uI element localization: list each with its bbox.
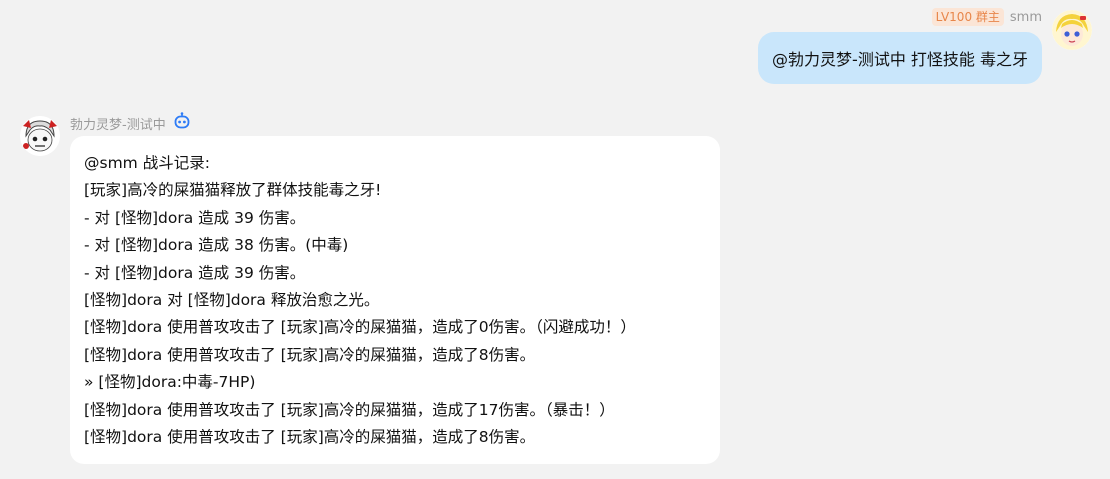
bot-name[interactable]: 勃力灵梦-测试中 xyxy=(70,114,166,133)
bot-meta: 勃力灵梦-测试中 xyxy=(70,112,191,134)
battle-log-line: [怪物]dora 使用普攻攻击了 [玩家]高冷的屎猫猫，造成了8伤害。 xyxy=(84,428,536,447)
incoming-bubble[interactable]: @smm 战斗记录: [玩家]高冷的屎猫猫释放了群体技能毒之牙! - 对 [怪物… xyxy=(70,136,720,464)
battle-log-line: @smm 战斗记录: xyxy=(84,154,210,172)
bot-avatar[interactable] xyxy=(20,116,60,156)
sender-name[interactable]: smm xyxy=(1010,10,1042,25)
battle-log-line: [玩家]高冷的屎猫猫释放了群体技能毒之牙! xyxy=(84,181,382,200)
user-avatar[interactable] xyxy=(1052,10,1092,50)
battle-log-line: » [怪物]dora:中毒-7HP) xyxy=(84,373,256,392)
battle-log-line: - 对 [怪物]dora 造成 38 伤害。(中毒) xyxy=(84,236,349,255)
outgoing-text: @勃力灵梦-测试中 打怪技能 毒之牙 xyxy=(772,50,1028,69)
battle-log-line: [怪物]dora 使用普攻攻击了 [玩家]高冷的屎猫猫，造成了17伤害。（暴击！… xyxy=(84,400,615,419)
group-owner-badge: LV100 群主 xyxy=(931,8,1004,26)
battle-log-line: - 对 [怪物]dora 造成 39 伤害。 xyxy=(84,263,306,282)
outgoing-message: LV100 群主 smm @勃力灵梦-测试中 打怪技能 毒之牙 xyxy=(0,0,1110,100)
sender-meta: LV100 群主 smm xyxy=(931,8,1042,26)
battle-log-line: [怪物]dora 对 [怪物]dora 释放治愈之光。 xyxy=(84,291,380,310)
battle-log-line: - 对 [怪物]dora 造成 39 伤害。 xyxy=(84,208,306,227)
outgoing-bubble[interactable]: @勃力灵梦-测试中 打怪技能 毒之牙 xyxy=(758,32,1042,84)
robot-icon xyxy=(173,112,191,134)
battle-log-line: [怪物]dora 使用普攻攻击了 [玩家]高冷的屎猫猫，造成了8伤害。 xyxy=(84,345,536,364)
battle-log-line: [怪物]dora 使用普攻攻击了 [玩家]高冷的屎猫猫，造成了0伤害。（闪避成功… xyxy=(84,318,636,337)
